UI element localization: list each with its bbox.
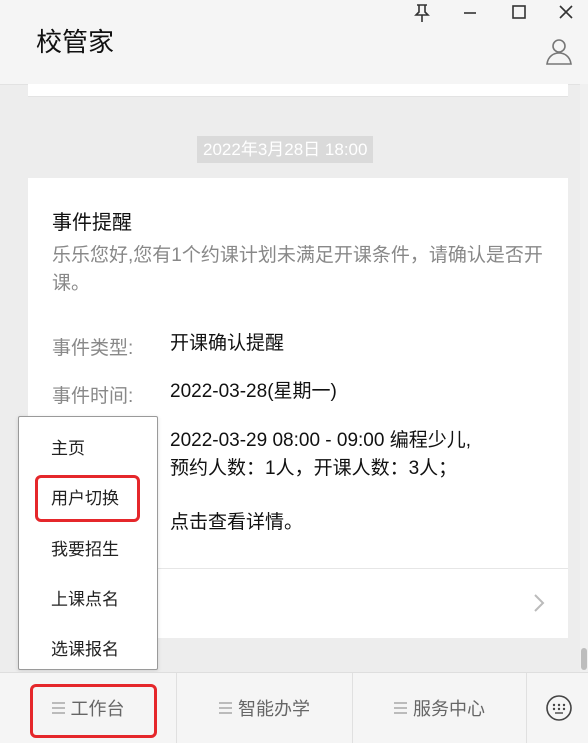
scrollbar-thumb[interactable] (581, 648, 587, 670)
card-description: 乐乐您好,您有1个约课计划未满足开课条件，请确认是否开课。 (52, 245, 543, 294)
menu-item-roll-call[interactable]: 上课点名 (51, 585, 119, 610)
scrollbar-track[interactable] (580, 84, 588, 672)
tab-smart-school[interactable]: 智能办学 (177, 673, 352, 743)
pin-icon[interactable] (410, 2, 434, 24)
tab-workbench[interactable]: 工作台 (0, 673, 176, 743)
previous-message-card-edge (28, 84, 568, 97)
app-header: 校管家 (0, 0, 588, 85)
menu-item-home[interactable]: 主页 (51, 434, 85, 459)
menu-lines-icon (219, 699, 232, 717)
event-type-label: 事件类型: (52, 338, 134, 359)
tab-workbench-label: 工作台 (70, 699, 125, 719)
app-title: 校管家 (36, 27, 115, 57)
event-detail-line1: 2022-03-29 08:00 - 09:00 编程少儿, (170, 430, 472, 451)
nav-separator (526, 673, 527, 743)
menu-lines-icon (394, 699, 407, 717)
event-detail-link[interactable]: 点击查看详情。 (170, 509, 303, 537)
minimize-icon[interactable] (458, 2, 482, 24)
event-time-value: 2022-03-28(星期一) (170, 381, 337, 402)
menu-lines-icon (51, 699, 65, 717)
user-icon[interactable] (544, 36, 574, 66)
event-detail-line2: 预约人数：1人，开课人数：3人； (170, 458, 458, 479)
event-type-value: 开课确认提醒 (170, 333, 285, 354)
bottom-nav: 工作台 智能办学 服务中心 (0, 672, 588, 743)
tab-smart-school-label: 智能办学 (238, 699, 310, 719)
chevron-right-icon[interactable] (532, 592, 546, 614)
tab-service-center[interactable]: 服务中心 (353, 673, 526, 743)
keyboard-icon[interactable] (544, 693, 574, 723)
menu-item-switch-user[interactable]: 用户切换 (51, 484, 119, 509)
close-icon[interactable] (554, 2, 578, 24)
tab-service-center-label: 服务中心 (413, 699, 485, 719)
workbench-popup-menu: 主页 用户切换 我要招生 上课点名 选课报名 (18, 416, 158, 670)
message-timestamp: 2022年3月28日 18:00 (197, 136, 374, 163)
event-time-label: 事件时间: (52, 386, 134, 407)
card-title: 事件提醒 (52, 212, 132, 234)
menu-item-course-signup[interactable]: 选课报名 (51, 635, 119, 660)
maximize-icon[interactable] (507, 2, 531, 24)
menu-item-enroll[interactable]: 我要招生 (51, 535, 119, 560)
